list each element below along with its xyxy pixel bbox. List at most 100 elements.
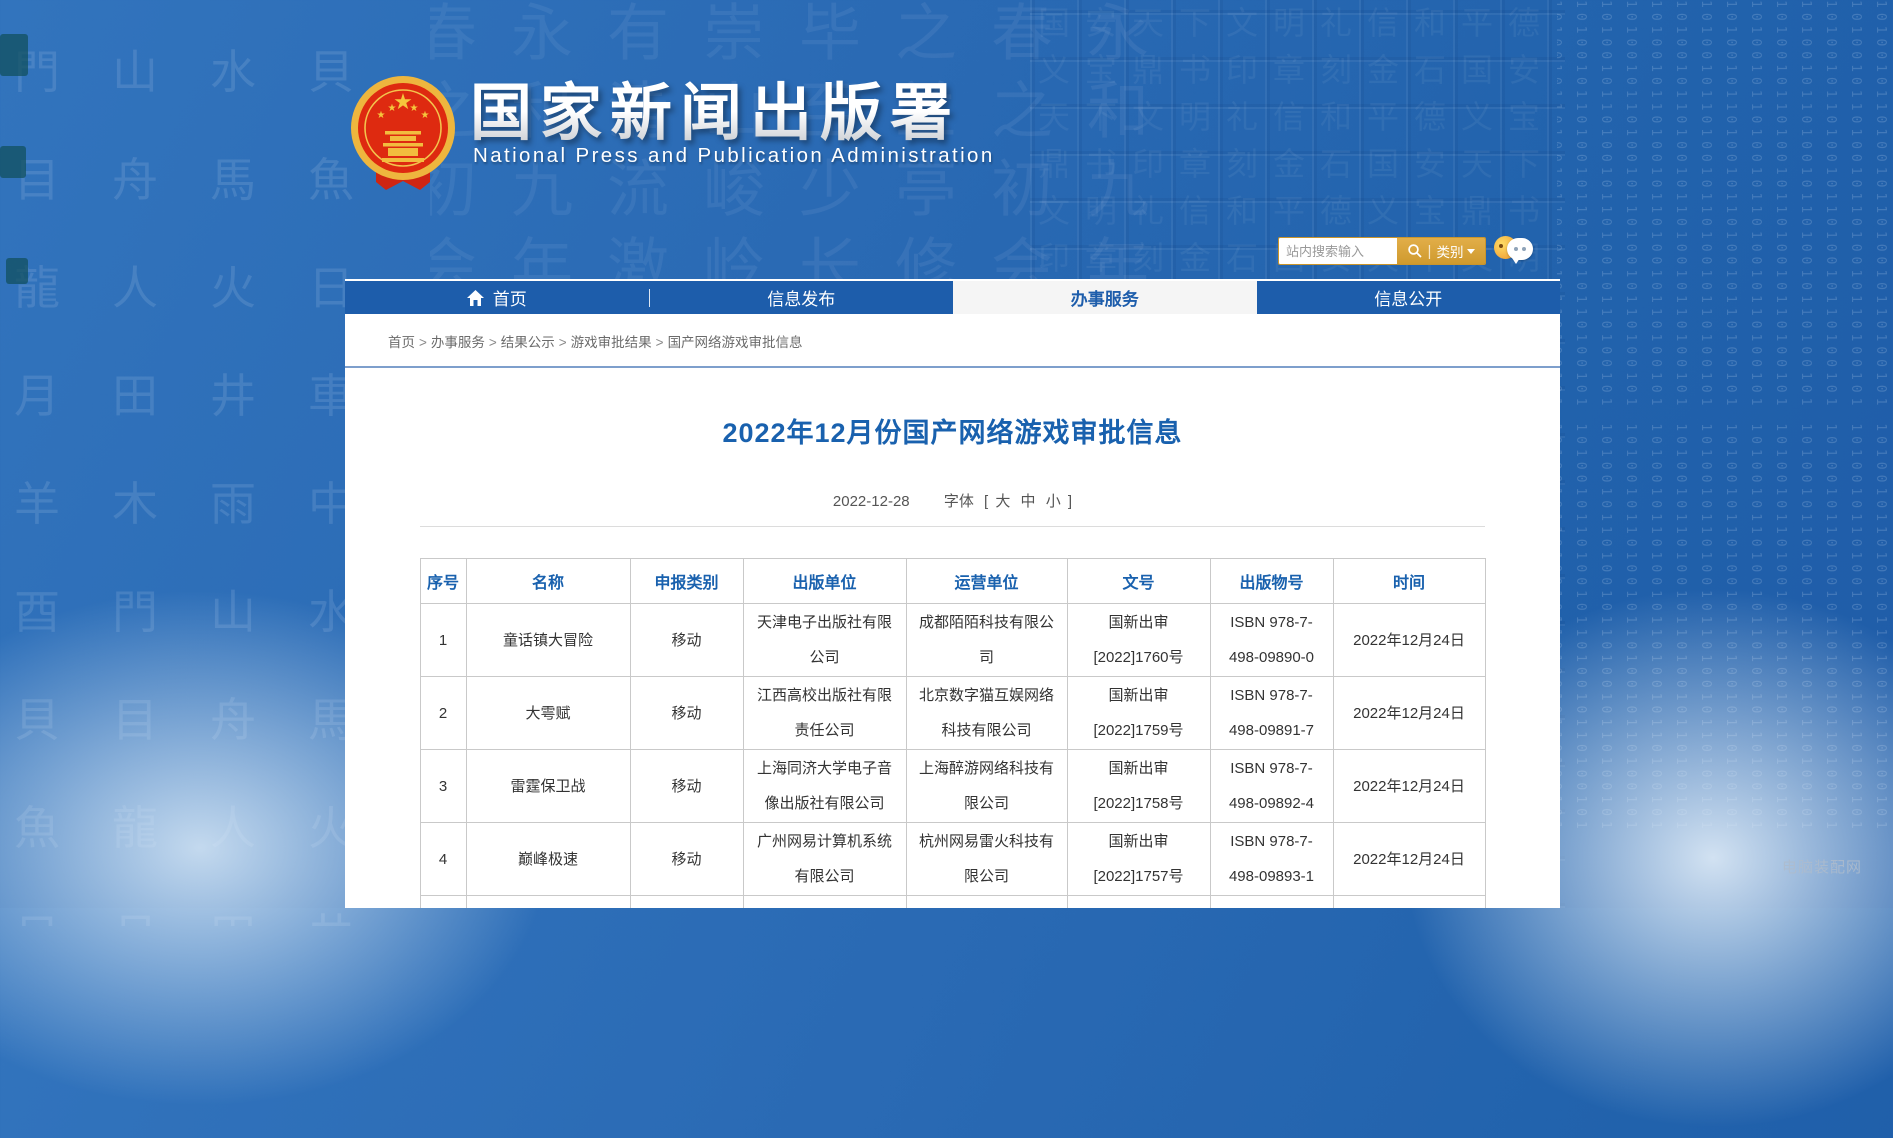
table-cell: 雷霆保卫战	[466, 750, 630, 823]
site-logo[interactable]: ★ ★ ★ ★ ★ 国家新闻出版署 National Press and Pub…	[347, 60, 1047, 200]
svg-text:★: ★	[388, 103, 397, 114]
background-tile	[0, 34, 28, 76]
table-row: 2大雩赋移动江西高校出版社有限 责任公司北京数字猫互娱网络 科技有限公司国新出审…	[420, 677, 1485, 750]
breadcrumb-separator: >	[559, 335, 567, 350]
home-icon	[467, 290, 484, 306]
search-input[interactable]	[1279, 238, 1397, 264]
table-cell: 移动	[630, 604, 743, 677]
table-cell	[466, 896, 630, 909]
national-emblem-icon: ★ ★ ★ ★ ★	[347, 76, 459, 196]
table-cell: 国新出审 [2022]1757号	[1067, 823, 1210, 896]
breadcrumb-link[interactable]: 游戏审批结果	[571, 335, 652, 350]
nav-tab-info-disclosure[interactable]: 信息公开	[1257, 281, 1561, 314]
chevron-down-icon	[1467, 249, 1475, 254]
table-header-row: 序号名称申报类别出版单位运营单位文号出版物号时间	[420, 559, 1485, 604]
site-subtitle: National Press and Publication Administr…	[473, 144, 995, 168]
table-cell	[1210, 896, 1333, 909]
font-size-label: 字体	[944, 493, 974, 510]
breadcrumb-separator: >	[656, 335, 664, 350]
table-cell: 2022年12月24日	[1333, 604, 1485, 677]
svg-text:★: ★	[421, 110, 430, 121]
table-row: 5	[420, 896, 1485, 909]
table-cell: ISBN 978-7- 498-09890-0	[1210, 604, 1333, 677]
table-cell: 国新出审 [2022]1758号	[1067, 750, 1210, 823]
table-cell: 国新出审 [2022]1759号	[1067, 677, 1210, 750]
table-cell: 移动	[630, 823, 743, 896]
column-header: 出版物号	[1210, 559, 1333, 604]
site-search: | 类别	[1278, 237, 1486, 265]
search-controls: | 类别	[1397, 238, 1485, 264]
breadcrumb-link[interactable]: 办事服务	[431, 335, 485, 350]
table-cell: 广州网易计算机系统 有限公司	[743, 823, 906, 896]
table-cell: ISBN 978-7- 498-09891-7	[1210, 677, 1333, 750]
column-header: 时间	[1333, 559, 1485, 604]
page-title: 2022年12月份国产网络游戏审批信息	[345, 411, 1560, 450]
table-cell: 大雩赋	[466, 677, 630, 750]
column-header: 运营单位	[906, 559, 1067, 604]
search-divider: |	[1428, 244, 1432, 259]
table-cell: 2022年12月24日	[1333, 677, 1485, 750]
table-cell: 天津电子出版社有限 公司	[743, 604, 906, 677]
breadcrumb-link[interactable]: 首页	[388, 335, 415, 350]
wechat-chat-bubble	[1507, 238, 1533, 260]
article-meta: 2022-12-28 字体 [ 大 中 小 ]	[345, 490, 1560, 511]
table-cell: 巅峰极速	[466, 823, 630, 896]
table-cell: ISBN 978-7- 498-09892-4	[1210, 750, 1333, 823]
table-cell: 2	[420, 677, 466, 750]
table-cell: 成都陌陌科技有限公 司	[906, 604, 1067, 677]
table-cell: 北京数字猫互娱网络 科技有限公司	[906, 677, 1067, 750]
wechat-icon[interactable]	[1494, 234, 1534, 266]
main-nav: 首页 信息发布 办事服务 信息公开	[345, 279, 1560, 314]
column-header: 文号	[1067, 559, 1210, 604]
table-cell: 1	[420, 604, 466, 677]
category-label: 类别	[1436, 241, 1463, 261]
table-cell	[630, 896, 743, 909]
table-cell: 杭州网易雷火科技有 限公司	[906, 823, 1067, 896]
nav-tab-label: 信息公开	[1374, 285, 1442, 310]
approval-table: 序号名称申报类别出版单位运营单位文号出版物号时间1童话镇大冒险移动天津电子出版社…	[420, 558, 1486, 908]
breadcrumb-divider	[345, 366, 1560, 368]
column-header: 名称	[466, 559, 630, 604]
table-cell: 移动	[630, 677, 743, 750]
breadcrumb-link[interactable]: 结果公示	[501, 335, 555, 350]
breadcrumb-separator: >	[419, 335, 427, 350]
nav-tab-label: 信息发布	[767, 285, 835, 310]
svg-text:★: ★	[410, 103, 419, 114]
nav-tab-services[interactable]: 办事服务	[953, 281, 1257, 314]
publish-date: 2022-12-28	[833, 493, 910, 510]
bracket: ]	[1068, 493, 1072, 510]
search-icon[interactable]	[1407, 243, 1423, 259]
table-cell: 上海同济大学电子音 像出版社有限公司	[743, 750, 906, 823]
table-cell: 2022年12月24日	[1333, 750, 1485, 823]
table-row: 4巅峰极速移动广州网易计算机系统 有限公司杭州网易雷火科技有 限公司国新出审 […	[420, 823, 1485, 896]
font-size-large-button[interactable]: 大	[995, 493, 1010, 510]
column-header: 序号	[420, 559, 466, 604]
table-cell: 江西高校出版社有限 责任公司	[743, 677, 906, 750]
site-title: 国家新闻出版署	[470, 62, 960, 152]
table-row: 3雷霆保卫战移动上海同济大学电子音 像出版社有限公司上海醉游网络科技有 限公司国…	[420, 750, 1485, 823]
background-tile	[0, 146, 26, 178]
table-cell: ISBN 978-7- 498-09893-1	[1210, 823, 1333, 896]
font-size-medium-button[interactable]: 中	[1021, 493, 1036, 510]
table-cell: 2022年12月24日	[1333, 823, 1485, 896]
nav-tab-label: 首页	[493, 285, 527, 310]
breadcrumb: 首页>办事服务>结果公示>游戏审批结果>国产网络游戏审批信息	[388, 331, 1560, 351]
nav-tab-info-release[interactable]: 信息发布	[650, 281, 954, 314]
background-binary-pattern: 10100101101001011010010110100101 1010010…	[1557, 0, 1893, 908]
table-cell	[1333, 896, 1485, 909]
bracket: [	[984, 493, 988, 510]
table-cell: 5	[420, 896, 466, 909]
category-dropdown[interactable]: 类别	[1436, 241, 1475, 261]
content-panel: 首页>办事服务>结果公示>游戏审批结果>国产网络游戏审批信息 2022年12月份…	[345, 314, 1560, 908]
table-cell: 童话镇大冒险	[466, 604, 630, 677]
table-cell: 4	[420, 823, 466, 896]
table-cell	[1067, 896, 1210, 909]
column-header: 申报类别	[630, 559, 743, 604]
table-cell: 移动	[630, 750, 743, 823]
background-tile	[6, 258, 28, 284]
nav-tab-home[interactable]: 首页	[345, 281, 649, 314]
table-cell: 上海醉游网络科技有 限公司	[906, 750, 1067, 823]
breadcrumb-separator: >	[489, 335, 497, 350]
font-size-small-button[interactable]: 小	[1046, 493, 1061, 510]
table-row: 1童话镇大冒险移动天津电子出版社有限 公司成都陌陌科技有限公 司国新出审 [20…	[420, 604, 1485, 677]
